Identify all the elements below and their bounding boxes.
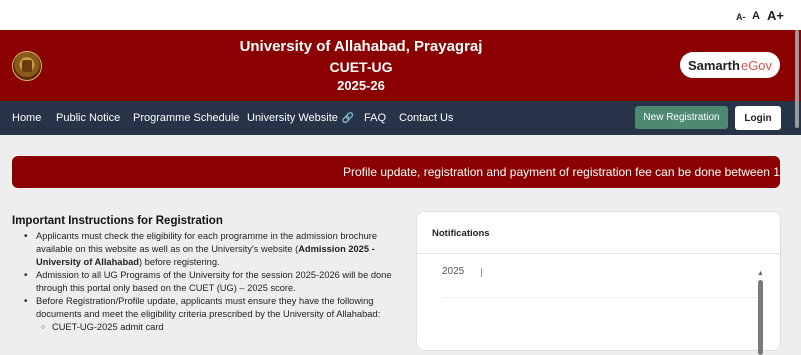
nav-home[interactable]: Home	[12, 112, 41, 124]
nav-faq[interactable]: FAQ	[364, 112, 386, 124]
instructions-list: Applicants must check the eligibility fo…	[12, 230, 397, 334]
reset-font-button[interactable]: A	[752, 11, 760, 22]
nav-contact-us[interactable]: Contact Us	[399, 112, 453, 124]
notification-row-divider	[442, 297, 760, 298]
marquee-text: Profile update, registration and payment…	[343, 165, 780, 179]
samarth-egov-logo[interactable]: Samarth eGov	[680, 52, 780, 78]
instruction-item: Admission to all UG Programs of the Univ…	[12, 269, 397, 295]
instruction-item: Before Registration/Profile update, appl…	[12, 295, 397, 321]
instruction-item: Applicants must check the eligibility fo…	[12, 230, 397, 269]
announcement-marquee: Profile update, registration and payment…	[12, 156, 780, 188]
notifications-title: Notifications	[432, 228, 490, 239]
instruction-subitem: CUET-UG-2025 admit card	[12, 321, 397, 334]
increase-font-button[interactable]: A+	[767, 9, 784, 22]
notifications-scrollbar[interactable]	[758, 280, 763, 355]
scroll-up-arrow-icon[interactable]: ▲	[757, 270, 764, 277]
nav-university-website[interactable]: University Website 🔗	[247, 112, 354, 124]
decrease-font-button[interactable]: A-	[736, 13, 746, 22]
nav-public-notice[interactable]: Public Notice	[56, 112, 120, 124]
page-scrollbar[interactable]	[795, 30, 799, 128]
exam-name: CUET-UG	[329, 59, 393, 75]
site-header: University of Allahabad, Prayagraj CUET-…	[0, 30, 801, 101]
login-button[interactable]: Login	[735, 106, 781, 130]
brand-egov: eGov	[740, 57, 773, 73]
session-year: 2025-26	[337, 78, 385, 93]
nav-programme-schedule[interactable]: Programme Schedule	[133, 112, 239, 124]
year-separator	[481, 268, 482, 277]
notification-year-tab[interactable]: 2025	[442, 266, 464, 277]
notifications-divider	[417, 253, 780, 254]
new-registration-button[interactable]: New Registration	[635, 106, 728, 129]
instructions-section: Important Instructions for Registration …	[12, 215, 397, 334]
notifications-panel: Notifications 2025 ▲	[416, 211, 781, 355]
instructions-title: Important Instructions for Registration	[12, 215, 223, 227]
university-name: University of Allahabad, Prayagraj	[239, 38, 483, 55]
brand-samarth: Samarth	[687, 57, 740, 73]
external-link-icon: 🔗	[341, 113, 355, 124]
top-utility-bar: A- A A+	[0, 0, 801, 30]
nav-university-website-label: University Website	[247, 112, 338, 124]
